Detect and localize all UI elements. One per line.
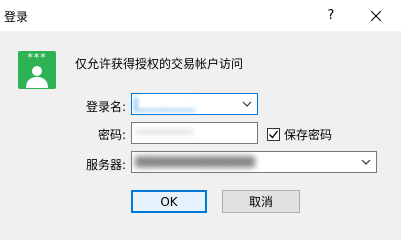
- help-label: ?: [327, 8, 335, 23]
- server-combo[interactable]: ███████████████████████: [131, 151, 377, 173]
- chevron-down-icon[interactable]: [237, 94, 257, 114]
- login-combo[interactable]: ████████: [131, 93, 258, 115]
- save-password-label: 保存密码: [284, 128, 333, 142]
- password-label: 密码:: [97, 128, 126, 142]
- login-label: 登录名:: [85, 100, 126, 114]
- server-label: 服务器:: [85, 158, 126, 172]
- user-silhouette-icon: [26, 66, 48, 88]
- checkmark-icon: [269, 130, 279, 139]
- help-button[interactable]: ?: [316, 0, 346, 31]
- window-title: 登录: [4, 10, 29, 24]
- password-user-icon: ***: [18, 51, 56, 89]
- access-prompt: 仅允许获得授权的交易帐户访问: [75, 57, 244, 71]
- close-button[interactable]: [359, 0, 393, 31]
- server-value: ███████████████████████: [135, 156, 255, 168]
- password-field[interactable]: ••••••••••: [131, 122, 258, 144]
- cancel-button[interactable]: 取消: [222, 190, 300, 213]
- save-password-checkbox[interactable]: [267, 128, 280, 141]
- button-bar: OK 取消: [0, 180, 401, 220]
- ok-button[interactable]: OK: [131, 190, 207, 213]
- chevron-down-icon[interactable]: [356, 152, 376, 172]
- save-password-option[interactable]: 保存密码: [267, 126, 332, 143]
- title-bar: 登录 ?: [0, 0, 401, 31]
- login-value: ████████: [135, 97, 195, 111]
- close-icon: [370, 10, 382, 21]
- password-value: ••••••••••: [135, 127, 193, 139]
